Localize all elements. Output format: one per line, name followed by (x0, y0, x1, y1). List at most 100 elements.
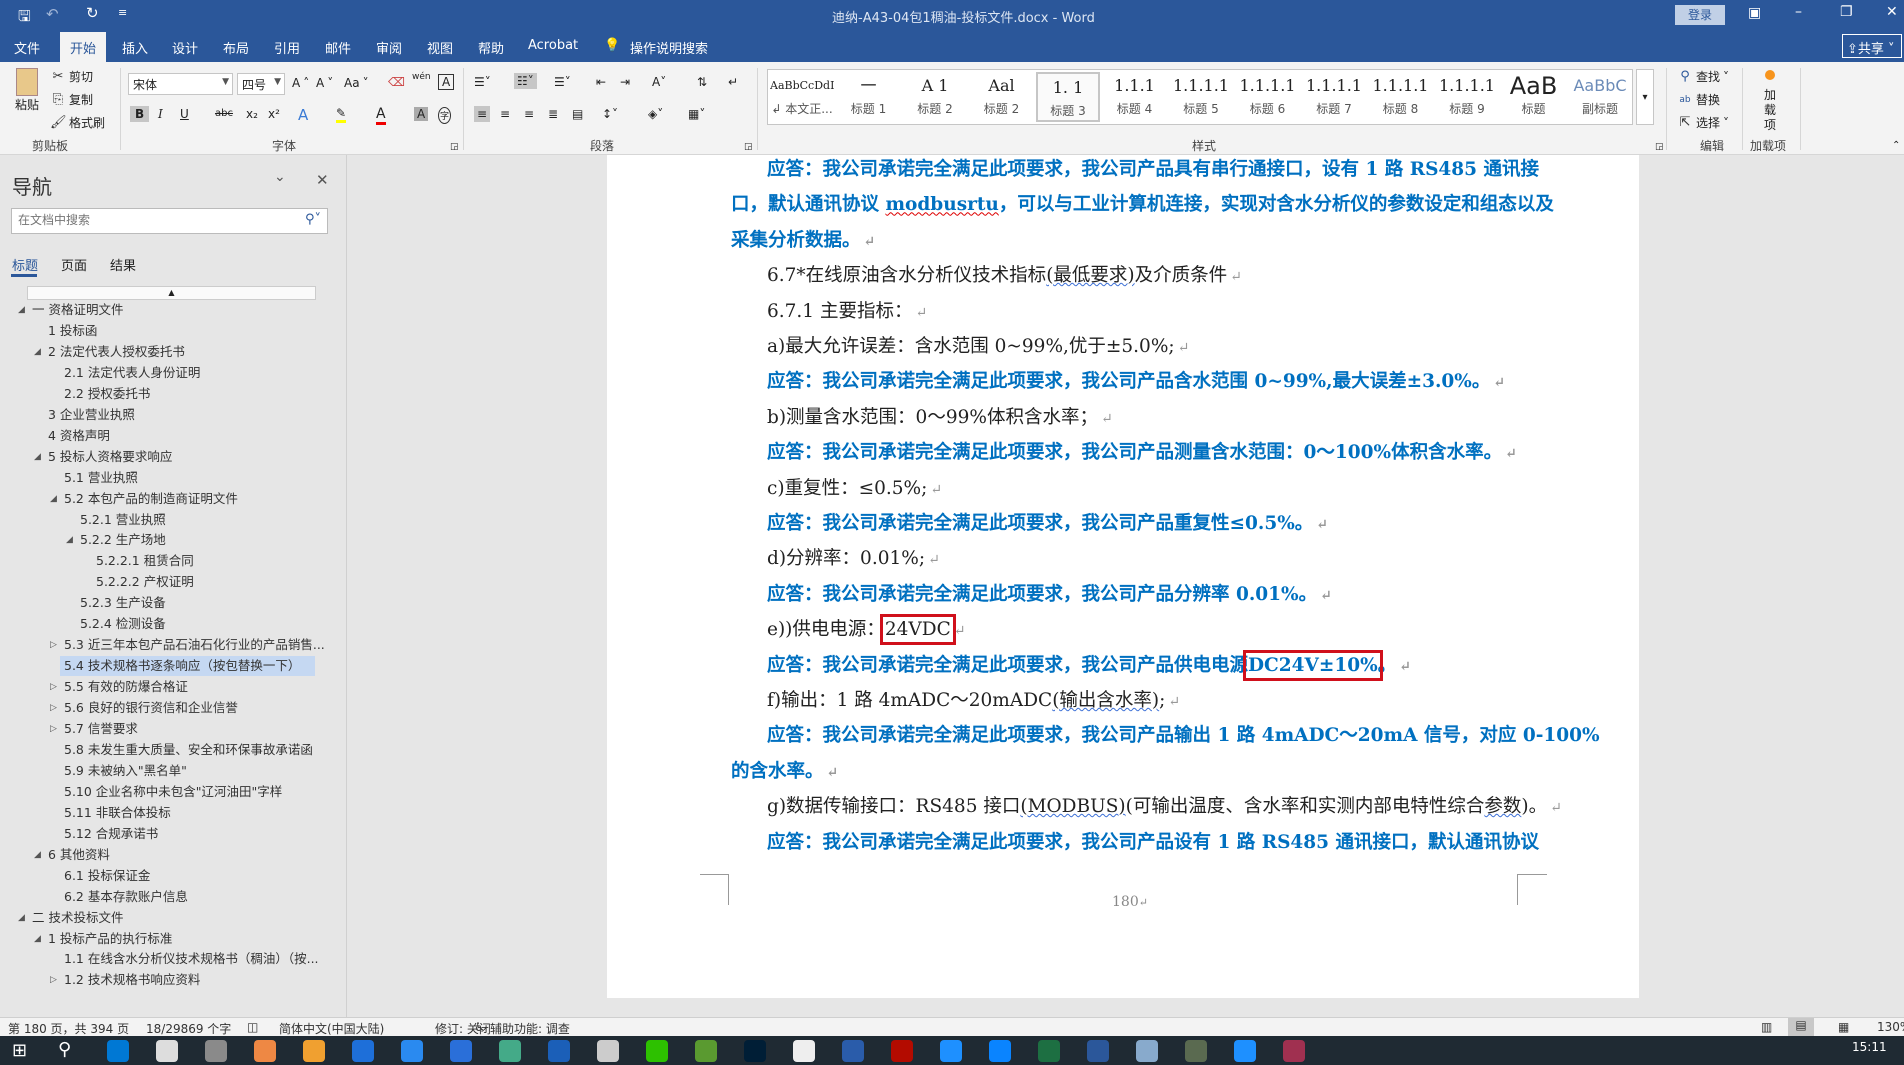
requirement-paragraph-line[interactable]: a)最大允许误差：含水范围 0~99%,优于±5.0%; ↵ (767, 334, 1189, 361)
restore-icon[interactable]: ❐ (1840, 4, 1853, 20)
nav-heading-item[interactable]: 5.2.2.1 租赁合同 (96, 551, 194, 571)
character-shading-button[interactable]: A (414, 107, 429, 121)
nav-heading-item[interactable]: 3 企业营业执照 (48, 405, 135, 425)
web-layout-icon[interactable]: ▦ (1838, 1020, 1849, 1034)
tab-review[interactable]: 审阅 (376, 38, 402, 57)
style-item[interactable]: 1. 1 标题 3 (1036, 72, 1100, 122)
tab-design[interactable]: 设计 (172, 38, 198, 57)
requirement-paragraph-line[interactable]: g)数据传输接口：RS485 接口(MODBUS)(可输出温度、含水率和实测内部… (767, 794, 1562, 821)
nav-heading-item[interactable]: 一 资格证明文件 (32, 300, 123, 320)
nav-heading-item[interactable]: 5.1 营业执照 (64, 468, 138, 488)
copy-button[interactable]: ⎘ 复制 (50, 91, 93, 108)
nav-heading-item[interactable]: 2.2 授权委托书 (64, 384, 150, 404)
justify-icon[interactable]: ≣ (548, 107, 558, 121)
scroll-to-top-button[interactable]: ▲ (27, 286, 316, 300)
font-color-button[interactable]: A (376, 106, 386, 125)
expand-triangle-icon[interactable]: ▷ (50, 677, 57, 697)
italic-button[interactable]: I (158, 107, 163, 121)
tab-home[interactable]: 开始 (60, 32, 107, 62)
nav-heading-item[interactable]: 5.6 良好的银行资信和企业信誉 (64, 698, 238, 718)
redo-icon[interactable]: ↻ (86, 4, 99, 22)
taskbar-app-icon[interactable] (1087, 1040, 1109, 1062)
style-item[interactable]: A 1 标题 2 (903, 72, 967, 122)
share-button[interactable]: ⇪共享 ˅ (1842, 34, 1902, 58)
style-item[interactable]: AaBbCcDdI ↲ 本文正... (770, 72, 834, 122)
replace-button[interactable]: ab 替换 (1677, 91, 1720, 108)
word-count[interactable]: 18/29869 个字 (146, 1020, 231, 1037)
shrink-font-button[interactable]: A ˅ (316, 76, 333, 90)
taskbar-app-icon[interactable] (1136, 1040, 1158, 1062)
tab-mailings[interactable]: 邮件 (325, 38, 351, 57)
response-paragraph-line[interactable]: 应答：我公司承诺完全满足此项要求，我公司产品具有串行通接口，设有 1 路 RS4… (767, 157, 1539, 183)
expand-triangle-icon[interactable]: ▷ (50, 698, 57, 718)
undo-icon[interactable]: ↶ (46, 5, 59, 23)
print-layout-icon[interactable]: ▤ (1788, 1018, 1814, 1036)
response-paragraph-line[interactable]: 应答：我公司承诺完全满足此项要求，我公司产品分辨率 0.01%。 ↵ (767, 582, 1332, 609)
font-size-select[interactable]: 四号 ▼ (237, 73, 285, 95)
tell-me-search[interactable]: 操作说明搜索 (630, 38, 708, 57)
tab-layout[interactable]: 布局 (223, 38, 249, 57)
taskbar-app-icon[interactable] (1038, 1040, 1060, 1062)
expand-triangle-icon[interactable]: ▷ (50, 635, 57, 655)
taskbar-app-icon[interactable] (156, 1040, 178, 1062)
borders-icon[interactable]: ▦˅ (688, 107, 705, 121)
save-icon[interactable]: 🖫 (18, 6, 31, 31)
collapse-triangle-icon[interactable]: ◢ (34, 929, 41, 949)
windows-start-icon[interactable]: ⊞ (12, 1040, 27, 1061)
nav-heading-item[interactable]: 5.2.2 生产场地 (80, 530, 166, 550)
nav-heading-item[interactable]: 2.1 法定代表人身份证明 (64, 363, 200, 383)
bullets-icon[interactable]: ☰˅ (474, 75, 491, 89)
text-effects-icon[interactable]: A (298, 106, 308, 124)
nav-heading-item[interactable]: 5.9 未被纳入"黑名单" (64, 761, 187, 781)
nav-heading-item[interactable]: 1.1 在线含水分析仪技术规格书（稠油）（按... (64, 949, 319, 969)
nav-heading-item[interactable]: 5.11 非联合体投标 (64, 803, 171, 823)
style-item[interactable]: 一标题 1 (837, 72, 901, 122)
nav-tab-pages[interactable]: 页面 (61, 255, 87, 274)
nav-heading-item[interactable]: 2 法定代表人授权委托书 (48, 342, 185, 362)
expand-triangle-icon[interactable]: ▷ (50, 719, 57, 739)
nav-heading-item[interactable]: 5.5 有效的防爆合格证 (64, 677, 188, 697)
response-paragraph-line[interactable]: 应答：我公司承诺完全满足此项要求，我公司产品测量含水范围：0～100%体积含水率… (767, 440, 1517, 467)
response-paragraph-line[interactable]: 口，默认通讯协议 modbusrtu，可以与工业计算机连接，实现对含水分析仪的参… (731, 192, 1554, 218)
style-item[interactable]: 1.1.1.1 标题 6 (1236, 72, 1300, 122)
cut-button[interactable]: ✂ 剪切 (50, 68, 93, 85)
superscript-button[interactable]: x² (268, 107, 280, 121)
paste-button[interactable]: 粘贴 (10, 68, 44, 113)
taskbar-app-icon[interactable] (352, 1040, 374, 1062)
tab-references[interactable]: 引用 (274, 38, 300, 57)
nav-heading-item[interactable]: 5.2.3 生产设备 (80, 593, 166, 613)
clear-formatting-icon[interactable]: ⌫ (388, 75, 405, 89)
addins-button[interactable]: 加载项 (1752, 68, 1788, 133)
align-center-icon[interactable]: ≡ (500, 107, 510, 121)
taskbar-app-icon[interactable] (1234, 1040, 1256, 1062)
font-name-select[interactable]: 宋体 ▼ (128, 73, 233, 95)
nav-heading-item[interactable]: 5.10 企业名称中未包含"辽河油田"字样 (64, 782, 282, 802)
text-direction-icon[interactable]: A˅ (652, 75, 666, 89)
collapse-triangle-icon[interactable]: ◢ (18, 908, 25, 928)
response-paragraph-line[interactable]: 应答：我公司承诺完全满足此项要求，我公司产品含水范围 0~99%,最大误差±3.… (767, 369, 1505, 396)
increase-indent-icon[interactable]: ⇥ (620, 75, 630, 89)
nav-heading-item[interactable]: 5 投标人资格要求响应 (48, 447, 172, 467)
change-case-button[interactable]: Aa ˅ (344, 76, 369, 90)
collapse-triangle-icon[interactable]: ◢ (18, 300, 25, 320)
distributed-icon[interactable]: ▤ (572, 107, 583, 121)
taskbar-app-icon[interactable] (1185, 1040, 1207, 1062)
tab-file[interactable]: 文件 (14, 38, 40, 57)
dialog-launcher-icon[interactable]: ◲ (744, 142, 753, 152)
requirement-paragraph-line[interactable]: b)测量含水范围：0～99%体积含水率； ↵ (767, 405, 1113, 432)
expand-triangle-icon[interactable]: ▷ (50, 970, 57, 990)
nav-close-icon[interactable]: ✕ (316, 171, 329, 189)
decrease-indent-icon[interactable]: ⇤ (596, 75, 606, 89)
nav-search-box[interactable]: ⚲˅ (11, 208, 328, 234)
style-item[interactable]: Aal 标题 2 (970, 72, 1034, 122)
close-icon[interactable]: ✕ (1886, 4, 1898, 20)
nav-tab-results[interactable]: 结果 (110, 255, 136, 274)
read-mode-icon[interactable]: ▥ (1761, 1020, 1772, 1034)
response-paragraph-line[interactable]: 应答：我公司承诺完全满足此项要求，我公司产品输出 1 路 4mADC～20mA … (767, 723, 1600, 749)
requirement-paragraph-line[interactable]: 6.7*在线原油含水分析仪技术指标(最低要求)及介质条件 ↵ (767, 263, 1242, 290)
nav-heading-item[interactable]: 4 资格声明 (48, 426, 110, 446)
requirement-paragraph-line[interactable]: 6.7.1 主要指标： ↵ (767, 299, 927, 326)
taskbar-app-icon[interactable] (940, 1040, 962, 1062)
align-right-icon[interactable]: ≡ (524, 107, 534, 121)
taskbar-app-icon[interactable] (695, 1040, 717, 1062)
